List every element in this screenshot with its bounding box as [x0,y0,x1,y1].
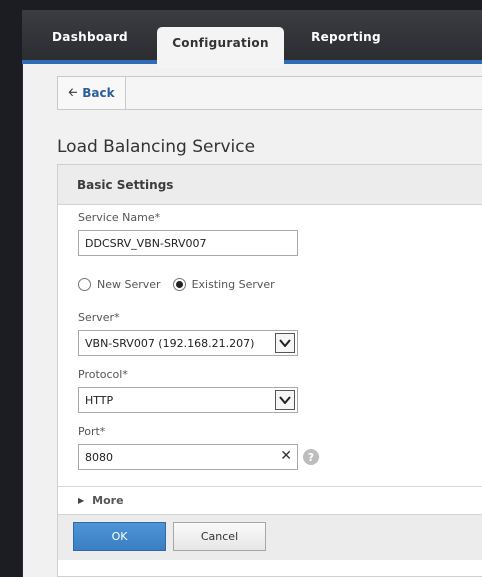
back-label: Back [82,86,115,100]
ok-button[interactable]: OK [73,522,166,551]
page-title: Load Balancing Service [57,137,256,157]
panel-header: Basic Settings [58,165,482,205]
top-nav-bar: Dashboard Configuration Reporting [22,10,482,68]
clear-icon[interactable]: ✕ [280,449,292,463]
breadcrumb-bar: 🡠 Back [57,76,482,110]
port-field-wrapper: ✕ [78,444,298,470]
triangle-right-icon: ▶ [78,496,85,505]
new-server-radio[interactable] [78,277,91,291]
protocol-label: Protocol* [78,368,128,381]
action-bar: OK Cancel [58,514,482,560]
server-select[interactable]: VBN-SRV007 (192.168.21.207) [78,330,298,356]
chevron-down-icon[interactable] [275,390,295,410]
protocol-selected-value: HTTP [85,393,114,407]
existing-server-label: Existing Server [191,277,275,291]
back-button[interactable]: 🡠 Back [58,77,126,109]
more-label: More [92,494,124,507]
port-input[interactable] [78,444,298,470]
server-type-radio-group: New Server Existing Server [78,276,287,292]
help-icon[interactable]: ? [303,449,319,465]
service-name-input[interactable] [78,230,298,256]
basic-settings-panel: Basic Settings Service Name* New Server … [57,164,482,577]
more-toggle[interactable]: ▶ More [58,486,482,514]
existing-server-radio[interactable] [172,277,186,291]
tab-reporting[interactable]: Reporting [298,10,394,64]
cancel-button[interactable]: Cancel [173,522,266,551]
tab-dashboard[interactable]: Dashboard [36,10,144,64]
new-server-label: New Server [97,277,161,291]
arrow-left-icon: 🡠 [68,85,78,99]
protocol-select[interactable]: HTTP [78,387,298,413]
tab-configuration[interactable]: Configuration [157,27,284,68]
server-selected-value: VBN-SRV007 (192.168.21.207) [85,336,255,350]
chevron-down-icon[interactable] [275,333,295,353]
server-label: Server* [78,311,120,324]
port-label: Port* [78,425,106,438]
service-name-label: Service Name* [78,211,161,224]
